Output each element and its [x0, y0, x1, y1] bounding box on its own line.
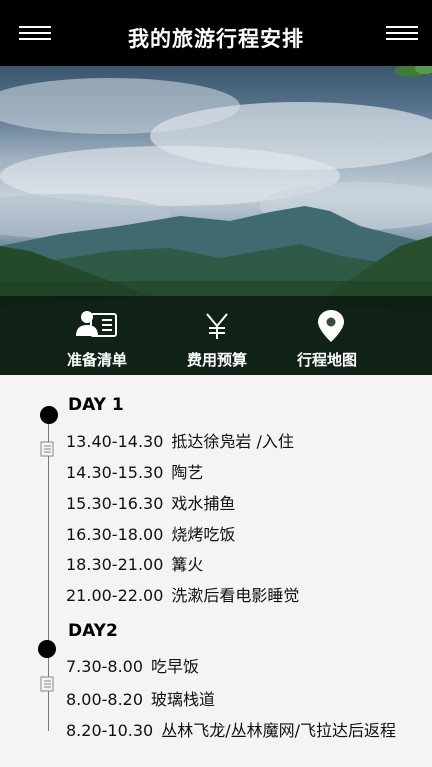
day-1-item: 13.40-14.30 抵达徐凫岩 /入住 — [66, 430, 294, 454]
item-activity: 戏水捕鱼 — [171, 494, 236, 513]
item-activity: 吃早饭 — [151, 657, 200, 676]
item-activity: 洗漱后看电影睡觉 — [171, 586, 300, 605]
notepad-icon — [40, 676, 54, 692]
day-2-item: 8.00-8.20 玻璃栈道 — [66, 688, 215, 712]
item-time: 14.30-15.30 — [66, 463, 164, 482]
day-1-item: 21.00-22.00 洗漱后看电影睡觉 — [66, 584, 299, 608]
day-1-item: 14.30-15.30 陶艺 — [66, 461, 203, 485]
day-1-item: 15.30-16.30 戏水捕鱼 — [66, 492, 235, 516]
item-time: 21.00-22.00 — [66, 586, 164, 605]
day-2-item: 8.20-10.30 丛林飞龙/丛林魔网/飞拉达后返程 — [66, 719, 396, 743]
item-activity: 抵达徐凫岩 /入住 — [171, 432, 294, 451]
checklist-card-icon — [76, 311, 117, 337]
map-button[interactable]: 行程地图 — [272, 296, 382, 375]
item-activity: 玻璃栈道 — [151, 690, 216, 709]
item-time: 16.30-18.00 — [66, 525, 164, 544]
item-time: 8.20-10.30 — [66, 721, 154, 740]
item-time: 13.40-14.30 — [66, 432, 164, 451]
map-pin-icon — [318, 310, 344, 342]
map-label: 行程地图 — [296, 351, 357, 369]
right-menu-icon[interactable] — [386, 26, 418, 40]
day-1-item: 16.30-18.00 烧烤吃饭 — [66, 523, 235, 547]
item-activity: 烧烤吃饭 — [171, 525, 236, 544]
quick-actions-bar: 准备清单 费用预算 行程地图 — [0, 296, 432, 375]
left-menu-icon[interactable] — [19, 26, 51, 40]
item-time: 7.30-8.00 — [66, 657, 144, 676]
budget-label: 费用预算 — [186, 351, 247, 369]
day-1-item: 18.30-21.00 篝火 — [66, 553, 203, 577]
item-activity: 陶艺 — [171, 463, 204, 482]
day-2-item: 7.30-8.00 吃早饭 — [66, 655, 199, 679]
day-2-title: DAY2 — [68, 621, 118, 641]
day-1-dot — [40, 406, 58, 424]
item-activity: 丛林飞龙/丛林魔网/飞拉达后返程 — [161, 721, 396, 740]
app-header: 我的旅游行程安排 — [0, 0, 432, 66]
item-activity: 篝火 — [171, 555, 204, 574]
checklist-button[interactable]: 准备清单 — [42, 296, 152, 375]
item-time: 15.30-16.30 — [66, 494, 164, 513]
day-1-title: DAY 1 — [68, 395, 124, 415]
hero-banner: 准备清单 费用预算 行程地图 — [0, 66, 432, 375]
yen-icon — [206, 313, 228, 339]
item-time: 8.00-8.20 — [66, 690, 144, 709]
budget-button[interactable]: 费用预算 — [162, 296, 272, 375]
checklist-label: 准备清单 — [66, 351, 127, 369]
page-title: 我的旅游行程安排 — [128, 27, 304, 51]
day-2-dot — [38, 640, 56, 658]
itinerary-timeline: DAY 1 13.40-14.30 抵达徐凫岩 /入住 14.30-15.30 陶艺… — [0, 375, 432, 767]
item-time: 18.30-21.00 — [66, 555, 164, 574]
notepad-icon — [40, 441, 54, 457]
